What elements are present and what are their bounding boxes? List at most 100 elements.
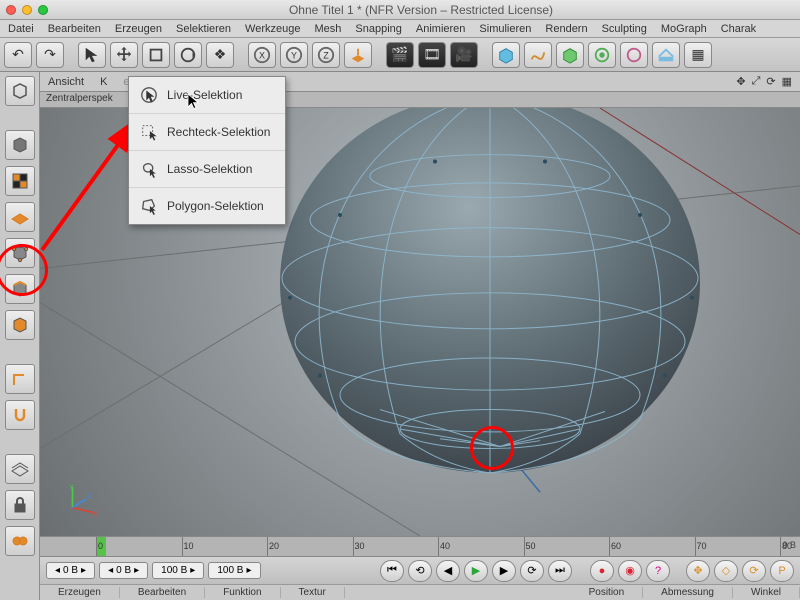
menu-werkzeuge[interactable]: Werkzeuge [245,23,300,35]
keyframe-options-button[interactable]: ? [646,560,670,582]
menu-label: Rechteck-Selektion [167,125,270,139]
menu-sculpting[interactable]: Sculpting [602,23,647,35]
menu-selektieren[interactable]: Selektieren [176,23,231,35]
frame-start-field[interactable]: ◂ 0 B ▸ [46,562,95,579]
axis-tool-button[interactable] [5,364,35,394]
live-select-icon [139,85,159,105]
menu-label: Live-Selektion [167,88,242,102]
point-mode-button[interactable] [5,238,35,268]
frame-current-field[interactable]: ◂ 0 B ▸ [99,562,148,579]
model-mode-button[interactable] [5,130,35,160]
next-frame-button[interactable]: ▶ [492,560,516,582]
polygon-mode-button[interactable] [5,310,35,340]
timeline-tick-label: 70 [697,541,707,551]
frame-end-field[interactable]: 100 B ▸ [152,562,204,579]
edge-mode-button[interactable] [5,274,35,304]
tab-textur[interactable]: Textur [281,587,345,598]
rotate-tool[interactable] [174,42,202,68]
tab-erzeugen[interactable]: Erzeugen [40,587,120,598]
goto-end-button[interactable]: ⏭ [548,560,572,582]
lock-y-button[interactable]: Y [280,42,308,68]
environment-button[interactable] [652,42,680,68]
zoom-icon[interactable] [38,5,48,15]
menu-mograph[interactable]: MoGraph [661,23,707,35]
nav-layout-icon[interactable]: ▦ [782,75,792,88]
timeline-tick [96,537,97,556]
rect-select-icon [139,122,159,142]
texture-mode-button[interactable] [5,166,35,196]
viewport-solo-button[interactable] [5,454,35,484]
snap-button[interactable] [5,400,35,430]
live-select-tool[interactable] [78,42,106,68]
menu-erzeugen[interactable]: Erzeugen [115,23,162,35]
record-button[interactable]: ● [590,560,614,582]
render-settings-button[interactable]: 🎞 [418,42,446,68]
menu-bearbeiten[interactable]: Bearbeiten [48,23,101,35]
lock-z-button[interactable]: Z [312,42,340,68]
menu-datei[interactable]: Datei [8,23,34,35]
key-scale-button[interactable]: ◇ [714,560,738,582]
tweak-mode-button[interactable] [5,526,35,556]
more-objects-button[interactable]: ▦ [684,42,712,68]
timeline-ruler[interactable]: 01020304050607080 0 B [40,536,800,556]
step-fwd-button[interactable]: ⟳ [520,560,544,582]
view-menu-kameras[interactable]: K [100,76,107,88]
window-title: Ohne Titel 1 * (NFR Version – Restricted… [48,3,794,17]
nav-move-icon[interactable]: ✥ [736,75,745,88]
mode-palette [0,72,40,600]
close-icon[interactable] [6,5,16,15]
lock-x-button[interactable]: X [248,42,276,68]
tab-funktion[interactable]: Funktion [205,587,280,598]
primitive-cube-button[interactable] [492,42,520,68]
menu-lasso-selektion[interactable]: Lasso-Selektion [129,151,285,188]
undo-button[interactable]: ↶ [4,42,32,68]
timeline-tick-label: 60 [611,541,621,551]
nav-rotate-icon[interactable]: ⟳ [766,75,775,88]
menu-mesh[interactable]: Mesh [314,23,341,35]
render-view-button[interactable]: 🎬 [386,42,414,68]
tab-abmessung[interactable]: Abmessung [643,587,733,598]
timeline-end-label: 0 B [782,540,796,550]
menu-snapping[interactable]: Snapping [355,23,402,35]
workplane-mode-button[interactable] [5,202,35,232]
generator-button[interactable] [556,42,584,68]
minimize-icon[interactable] [22,5,32,15]
autokey-button[interactable]: ◉ [618,560,642,582]
view-menu-ansicht[interactable]: Ansicht [48,76,84,88]
make-editable-button[interactable] [5,76,35,106]
tab-winkel[interactable]: Winkel [733,587,800,598]
tab-position[interactable]: Position [571,587,644,598]
nav-zoom-icon[interactable]: ⤢ [752,75,761,88]
key-pos-button[interactable]: ✥ [686,560,710,582]
menu-polygon-selektion[interactable]: Polygon-Selektion [129,188,285,224]
coord-system-button[interactable] [344,42,372,68]
key-param-button[interactable]: P [770,560,794,582]
menu-rechteck-selektion[interactable]: Rechteck-Selektion [129,114,285,151]
redo-button[interactable]: ↷ [36,42,64,68]
move-tool[interactable] [110,42,138,68]
menu-simulieren[interactable]: Simulieren [479,23,531,35]
locked-workplane-button[interactable] [5,490,35,520]
last-tool[interactable]: ❖ [206,42,234,68]
deformer-button[interactable] [588,42,616,68]
menu-label: Polygon-Selektion [167,199,264,213]
menu-animieren[interactable]: Animieren [416,23,466,35]
timeline-tick [695,537,696,556]
timeline-tick-label: 50 [526,541,536,551]
scale-tool[interactable] [142,42,170,68]
step-back-button[interactable]: ⟲ [408,560,432,582]
camera-button[interactable] [620,42,648,68]
prev-frame-button[interactable]: ◀ [436,560,460,582]
tab-bearbeiten[interactable]: Bearbeiten [120,587,205,598]
svg-text:X: X [93,511,98,516]
attribute-tabs: Erzeugen Bearbeiten Funktion Textur Posi… [40,584,800,600]
spline-button[interactable] [524,42,552,68]
play-button[interactable]: ▶ [464,560,488,582]
menu-live-selektion[interactable]: Live-Selektion [129,77,285,114]
key-rot-button[interactable]: ⟳ [742,560,766,582]
menu-rendern[interactable]: Rendern [545,23,587,35]
goto-start-button[interactable]: ⏮ [380,560,404,582]
render-picture-button[interactable]: 🎥 [450,42,478,68]
menu-charakter[interactable]: Charak [721,23,756,35]
frame-total-field[interactable]: 100 B ▸ [208,562,260,579]
